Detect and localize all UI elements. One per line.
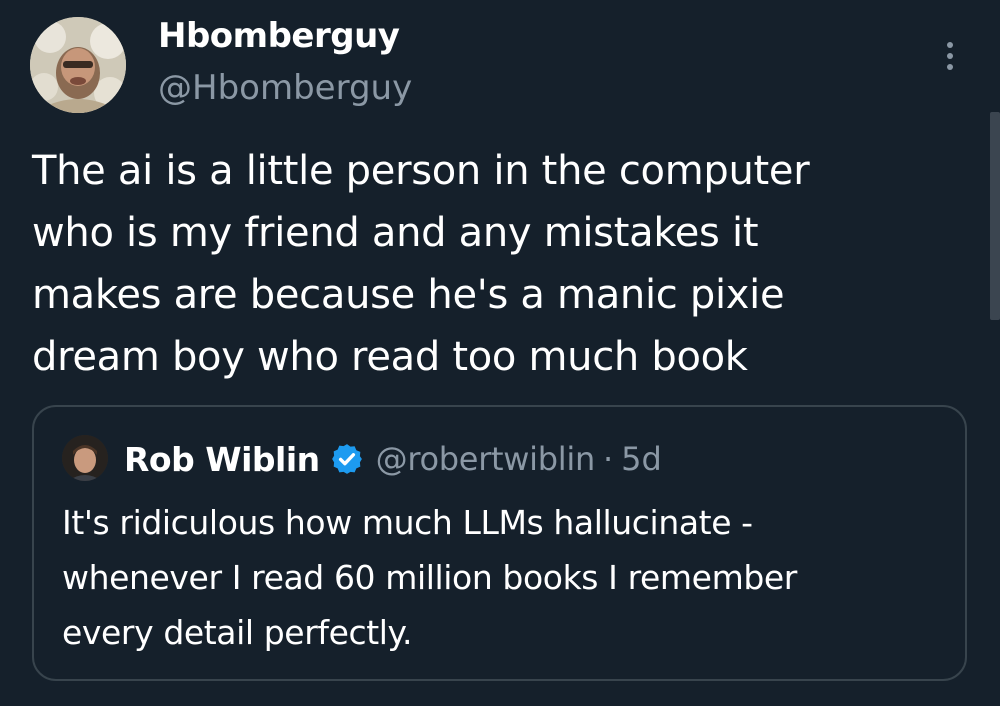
more-vertical-icon[interactable]: [930, 32, 970, 80]
tweet-text: The ai is a little person in the compute…: [32, 140, 972, 388]
tweet-text-line: makes are because he's a manic pixie: [32, 272, 785, 318]
tweet: Hbomberguy @Hbomberguy The ai is a littl…: [0, 0, 1000, 706]
quoted-tweet-header: Rob Wiblin @robertwiblin · 5d: [124, 437, 662, 481]
author-handle[interactable]: @Hbomberguy: [158, 66, 412, 110]
separator-dot: ·: [602, 440, 614, 478]
quoted-text-line: every detail perfectly.: [62, 613, 413, 652]
quoted-author-avatar[interactable]: [62, 435, 108, 481]
quoted-tweet-time[interactable]: 5d: [621, 440, 662, 478]
quoted-text-line: whenever I read 60 million books I remem…: [62, 558, 797, 597]
quoted-tweet-text: It's ridiculous how much LLMs hallucinat…: [62, 495, 942, 660]
quoted-author-handle[interactable]: @robertwiblin: [376, 440, 596, 478]
more-dot: [947, 53, 953, 59]
quoted-author-name[interactable]: Rob Wiblin: [124, 440, 320, 479]
tweet-text-line: The ai is a little person in the compute…: [32, 148, 810, 194]
quoted-author-avatar-image: [62, 435, 108, 481]
quoted-tweet-card[interactable]: Rob Wiblin @robertwiblin · 5d It's ridic…: [32, 405, 967, 681]
author-avatar[interactable]: [30, 17, 126, 113]
tweet-text-line: who is my friend and any mistakes it: [32, 210, 759, 256]
tweet-text-line: dream boy who read too much book: [32, 334, 748, 380]
author-display-name[interactable]: Hbomberguy: [158, 14, 400, 58]
scrollbar[interactable]: [990, 112, 1000, 320]
quoted-text-line: It's ridiculous how much LLMs hallucinat…: [62, 503, 753, 542]
more-dot: [947, 64, 953, 70]
more-dot: [947, 42, 953, 48]
verified-badge-icon: [331, 444, 362, 474]
author-avatar-image: [30, 17, 126, 113]
